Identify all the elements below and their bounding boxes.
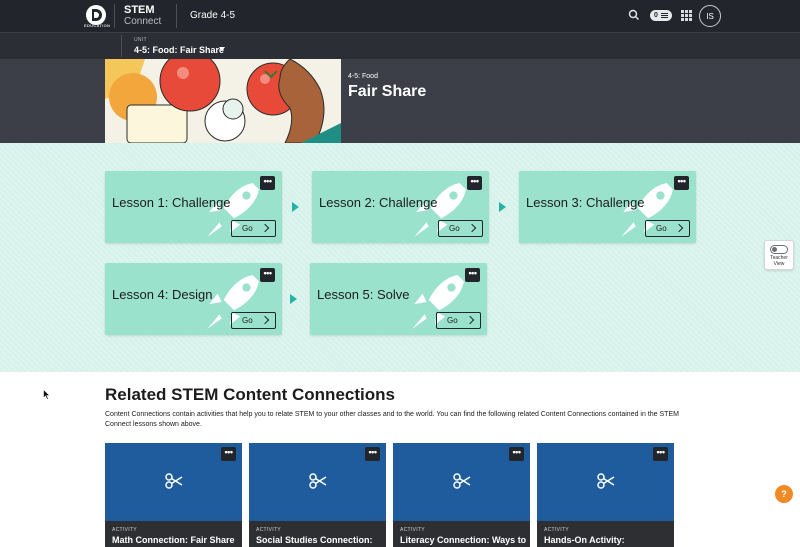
chevron-right-icon: [467, 223, 477, 233]
top-navigation-bar: EDUCATION STEM Connect Grade 4-5 0 IS: [0, 0, 800, 32]
lesson-title: Lesson 3: Challenge: [526, 195, 645, 210]
teacher-view-line2: View: [773, 261, 785, 267]
card-footer: ACTIVITY Hands-On Activity:: [537, 521, 674, 547]
chevron-right-icon: [674, 223, 684, 233]
help-button[interactable]: ?: [775, 485, 793, 503]
mouse-cursor-icon: [43, 389, 51, 400]
unit-label: UNIT: [134, 37, 147, 43]
arrow-right-icon: [499, 202, 506, 212]
more-options-button[interactable]: •••: [467, 176, 482, 190]
content-connection-card-3[interactable]: ••• ACTIVITY Literacy Connection: Ways t…: [393, 443, 530, 547]
more-options-button[interactable]: •••: [260, 176, 275, 190]
scissors-icon: [165, 473, 183, 489]
more-options-button[interactable]: •••: [260, 268, 275, 282]
divider: [114, 4, 115, 28]
grade-selector[interactable]: Grade 4-5: [190, 10, 235, 21]
toggle-switch[interactable]: [770, 245, 788, 254]
card-footer: ACTIVITY Literacy Connection: Ways to: [393, 521, 530, 547]
chevron-right-icon: [260, 315, 270, 325]
lesson-title: Lesson 4: Design: [112, 287, 213, 302]
lesson-card-4[interactable]: Lesson 4: Design ••• Go: [105, 263, 282, 335]
go-button[interactable]: Go: [231, 220, 276, 237]
scissors-icon: [453, 473, 471, 489]
page-title: Fair Share: [348, 83, 427, 100]
card-title: Social Studies Connection:: [256, 535, 373, 545]
lesson-card-2[interactable]: Lesson 2: Challenge ••• Go: [312, 171, 489, 243]
scissors-icon: [597, 473, 615, 489]
go-button[interactable]: Go: [231, 312, 276, 329]
go-button[interactable]: Go: [438, 220, 483, 237]
card-type: ACTIVITY: [112, 527, 137, 533]
card-title: Hands-On Activity:: [544, 535, 625, 545]
card-footer: ACTIVITY Social Studies Connection:: [249, 521, 386, 547]
content-connection-card-4[interactable]: ••• ACTIVITY Hands-On Activity:: [537, 443, 674, 547]
hero-illustration: [105, 59, 341, 143]
card-type: ACTIVITY: [256, 527, 281, 533]
my-list-counter[interactable]: 0: [650, 10, 672, 21]
more-options-button[interactable]: •••: [674, 176, 689, 190]
chevron-down-icon[interactable]: [219, 47, 225, 51]
divider: [121, 35, 122, 57]
list-icon: [660, 13, 668, 18]
more-options-button[interactable]: •••: [653, 447, 668, 461]
content-connection-card-2[interactable]: ••• ACTIVITY Social Studies Connection:: [249, 443, 386, 547]
more-options-button[interactable]: •••: [365, 447, 380, 461]
unit-bar: UNIT 4-5: Food: Fair Share: [0, 32, 800, 59]
go-button[interactable]: Go: [645, 220, 690, 237]
lesson-card-1[interactable]: Lesson 1: Challenge ••• Go: [105, 171, 282, 243]
related-section-description: Content Connections contain activities t…: [105, 411, 679, 428]
brand-secondary[interactable]: Connect: [124, 16, 161, 27]
card-title: Literacy Connection: Ways to: [400, 535, 527, 545]
unit-hero: 4-5: Food Fair Share: [0, 59, 800, 143]
teacher-view-label: Teacher View: [765, 255, 793, 267]
go-label: Go: [242, 316, 253, 325]
go-label: Go: [242, 224, 253, 233]
go-label: Go: [656, 224, 667, 233]
apps-grid-icon[interactable]: [681, 10, 692, 21]
unit-kicker: 4-5: Food: [348, 73, 378, 80]
arrow-right-icon: [290, 294, 297, 304]
go-button[interactable]: Go: [436, 312, 481, 329]
arrow-right-icon: [292, 202, 299, 212]
card-type: ACTIVITY: [544, 527, 569, 533]
divider: [176, 4, 177, 28]
lesson-title: Lesson 2: Challenge: [319, 195, 438, 210]
go-label: Go: [447, 316, 458, 325]
lessons-section: Lesson 1: Challenge ••• Go Lesson 2: Cha…: [0, 143, 800, 372]
more-options-button[interactable]: •••: [221, 447, 236, 461]
chevron-right-icon: [260, 223, 270, 233]
teacher-view-toggle[interactable]: Teacher View: [764, 240, 794, 270]
related-section-title: Related STEM Content Connections: [105, 385, 395, 404]
unit-dropdown[interactable]: 4-5: Food: Fair Share: [134, 45, 224, 55]
card-footer: ACTIVITY Math Connection: Fair Share: [105, 521, 242, 547]
more-options-button[interactable]: •••: [509, 447, 524, 461]
card-type: ACTIVITY: [400, 527, 425, 533]
search-icon[interactable]: [628, 9, 640, 21]
lesson-card-3[interactable]: Lesson 3: Challenge ••• Go: [519, 171, 696, 243]
user-avatar[interactable]: IS: [699, 5, 721, 27]
card-title: Math Connection: Fair Share: [112, 535, 235, 545]
lesson-card-5[interactable]: Lesson 5: Solve ••• Go: [310, 263, 487, 335]
go-label: Go: [449, 224, 460, 233]
content-connection-card-1[interactable]: ••• ACTIVITY Math Connection: Fair Share: [105, 443, 242, 547]
lesson-title: Lesson 1: Challenge: [112, 195, 231, 210]
chevron-right-icon: [465, 315, 475, 325]
scissors-icon: [309, 473, 327, 489]
more-options-button[interactable]: •••: [465, 268, 480, 282]
logo-subtext: EDUCATION: [84, 23, 111, 28]
brand-primary[interactable]: STEM: [124, 4, 155, 16]
counter-value: 0: [654, 12, 658, 19]
lesson-title: Lesson 5: Solve: [317, 287, 410, 302]
